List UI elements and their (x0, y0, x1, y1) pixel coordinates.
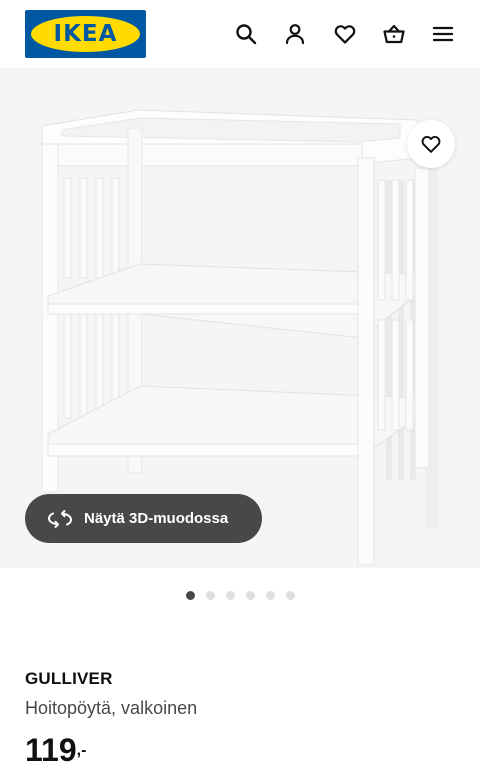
rotate-3d-icon (48, 509, 72, 528)
basket-icon[interactable] (380, 20, 408, 48)
heart-icon (421, 136, 441, 153)
product-gallery[interactable] (0, 68, 480, 568)
pagination-dot[interactable] (246, 590, 255, 600)
search-icon[interactable] (232, 20, 260, 48)
favorite-button[interactable] (407, 120, 455, 168)
pagination-dot[interactable] (186, 590, 195, 600)
pagination-dot[interactable] (266, 590, 275, 600)
view-3d-label: Näytä 3D-muodossa (84, 510, 229, 527)
heart-icon[interactable] (331, 20, 359, 48)
account-icon[interactable] (281, 20, 309, 48)
ikea-logo[interactable]: IKEA (25, 10, 146, 58)
product-description: Hoitopöytä, valkoinen (25, 698, 198, 718)
pagination-dot[interactable] (206, 590, 215, 600)
product-price: 119 ,- (25, 730, 86, 770)
header: IKEA (0, 0, 480, 68)
product-name: GULLIVER (25, 669, 113, 688)
pagination-dot[interactable] (226, 590, 235, 600)
price-integer: 119 (25, 732, 77, 768)
price-decimal: ,- (76, 742, 87, 759)
logo-text: IKEA (53, 21, 118, 47)
menu-icon[interactable] (429, 20, 457, 48)
gallery-pagination (186, 590, 306, 600)
pagination-dot[interactable] (286, 590, 295, 600)
view-3d-button[interactable]: Näytä 3D-muodossa (25, 494, 262, 543)
